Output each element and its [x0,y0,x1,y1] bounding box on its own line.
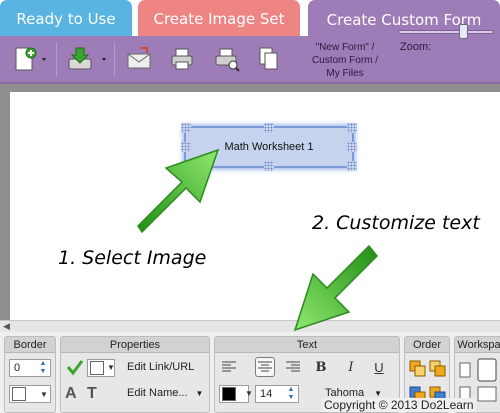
zoom-slider-thumb[interactable] [458,24,468,39]
print-icon [171,48,193,70]
underline-button[interactable]: U [369,357,389,377]
resize-handle[interactable] [347,142,357,152]
email-icon [127,47,151,69]
download-icon [68,47,106,70]
color-swatch [12,387,26,401]
customize-arrow-icon [293,244,379,332]
text-tool-icon[interactable]: T [87,385,97,403]
print-preview-icon [215,48,240,72]
zoom-slider-track[interactable] [398,30,494,34]
breadcrumb-item[interactable]: Custom Form / [298,54,392,67]
spinner-arrows-icon[interactable]: ▲ ▼ [285,386,297,402]
group-title: Properties [61,337,209,353]
edit-name-dropdown[interactable]: Edit Name... ▼ [127,387,203,399]
tab-create-image-set[interactable]: Create Image Set [138,0,300,38]
color-swatch [222,387,236,401]
chevron-down-icon[interactable]: ▼ [245,389,253,398]
edit-link-button[interactable]: Edit Link/URL [127,361,194,373]
scroll-left-icon[interactable]: ◀ [3,321,10,332]
resize-handle[interactable] [347,161,357,171]
instruction-select-image: 1. Select Image [58,247,207,269]
group-title: Border [5,337,55,353]
align-right-button[interactable] [283,357,303,377]
tab-ready-to-use[interactable]: Ready to Use [0,0,132,38]
chevron-down-icon: ▼ [374,388,383,398]
breadcrumb: "New Form" / Custom Form / My Files [298,41,392,80]
spinner-arrows-icon[interactable]: ▲ ▼ [37,360,49,376]
text-box-content: Math Worksheet 1 [224,141,314,153]
print-preview-button[interactable] [214,44,240,74]
chevron-down-icon: ▼ [195,388,204,398]
horizontal-scrollbar[interactable]: ◀ [0,320,500,332]
border-width-spinner[interactable]: 0 ▲ ▼ [9,359,51,377]
toolbar: "New Form" / Custom Form / My Files Zoom… [0,36,500,84]
tab-label: Ready to Use [16,10,116,28]
bold-button[interactable]: B [311,357,331,377]
email-button[interactable] [126,44,152,74]
color-swatch [90,361,104,375]
align-right-icon [286,361,300,372]
tab-create-custom-form[interactable]: Create Custom Form [308,0,500,40]
resize-handle[interactable] [347,123,357,133]
border-group: Border 0 ▲ ▼ ▼ [4,336,56,413]
spinner-value: 14 [260,388,273,400]
align-left-icon [222,361,236,372]
align-left-button[interactable] [219,357,239,377]
chevron-down-icon[interactable]: ▼ [40,390,48,399]
breadcrumb-item[interactable]: My Files [298,67,392,80]
breadcrumb-item[interactable]: "New Form" / [298,41,392,54]
instruction-customize-text: 2. Customize text [312,212,480,234]
dropdown-label: Edit Name... [127,387,188,399]
chevron-down-icon[interactable]: ▼ [107,363,115,372]
copy-icon [259,47,278,70]
group-title: Text [215,337,399,353]
resize-handle[interactable] [181,123,191,133]
new-page-icon [15,47,46,71]
align-center-icon [258,361,272,372]
spinner-value: 0 [14,362,21,374]
copyright-text: Copyright © 2013 Do2Learn [322,398,476,412]
group-title: Order [405,337,449,353]
print-button[interactable] [170,44,194,74]
copy-button[interactable] [258,44,280,74]
save-button[interactable] [66,44,110,74]
font-style-icon[interactable]: A [65,385,77,403]
select-arrow-icon [137,148,220,234]
zoom-label: Zoom: [400,41,432,53]
properties-group: Properties ▼ Edit Link/URL A T Edit Name… [60,336,210,413]
resize-handle[interactable] [264,123,274,133]
font-size-spinner[interactable]: 14 ▲ ▼ [255,385,299,403]
checkmark-icon[interactable] [65,357,85,377]
tab-label: Create Image Set [153,10,285,28]
border-color-picker[interactable]: ▼ [9,385,51,403]
resize-handle[interactable] [264,161,274,171]
align-center-button[interactable] [255,357,275,377]
new-page-button[interactable] [12,44,48,74]
group-title: Workspa [455,337,500,353]
italic-button[interactable]: I [341,357,361,377]
